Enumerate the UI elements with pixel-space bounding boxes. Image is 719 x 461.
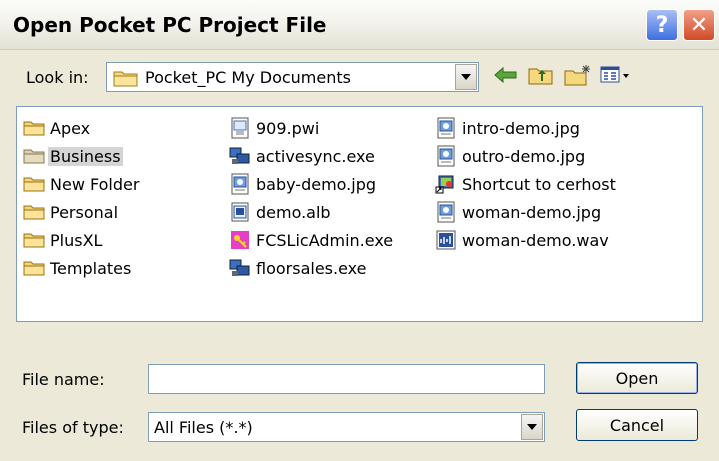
image-file-icon — [435, 145, 457, 167]
files-of-type-value: All Files (*.*) — [154, 418, 253, 437]
key-exe-icon — [229, 229, 251, 251]
list-item[interactable]: Personal — [23, 201, 120, 223]
files-of-type-label: Files of type: — [22, 418, 124, 437]
help-icon: ? — [655, 12, 669, 38]
chevron-down-icon[interactable] — [455, 64, 477, 90]
files-of-type-combobox[interactable]: All Files (*.*) — [148, 412, 545, 442]
list-item[interactable]: Business — [23, 145, 123, 167]
file-name-label: File name: — [22, 370, 105, 389]
list-item[interactable]: activesync.exe — [229, 145, 377, 167]
look-in-label: Look in: — [26, 68, 89, 87]
view-menu-button[interactable] — [600, 64, 630, 90]
list-item[interactable]: baby-demo.jpg — [229, 173, 378, 195]
list-item[interactable]: woman-demo.wav — [435, 229, 611, 251]
folder-icon — [23, 229, 45, 251]
view-menu-icon — [600, 66, 630, 88]
up-one-level-button[interactable] — [528, 64, 554, 90]
chevron-down-icon[interactable] — [521, 414, 543, 440]
list-item[interactable]: 909.pwi — [229, 117, 321, 139]
list-item[interactable]: Apex — [23, 117, 92, 139]
close-button[interactable]: ✕ — [683, 9, 715, 41]
image-file-icon — [229, 173, 251, 195]
new-folder-icon — [564, 64, 592, 90]
image-file-icon — [435, 201, 457, 223]
back-arrow-icon — [494, 66, 518, 88]
open-button[interactable]: Open — [576, 362, 698, 394]
shortcut-icon — [435, 173, 457, 195]
file-name-field[interactable] — [148, 364, 545, 394]
folder-icon — [23, 201, 45, 223]
list-item[interactable]: demo.alb — [229, 201, 333, 223]
folder-icon — [23, 257, 45, 279]
list-item[interactable]: floorsales.exe — [229, 257, 368, 279]
back-button[interactable] — [494, 64, 518, 90]
new-folder-button[interactable] — [564, 64, 592, 90]
folder-icon — [113, 69, 139, 91]
help-button[interactable]: ? — [646, 9, 678, 41]
look-in-value: Pocket_PC My Documents — [145, 68, 351, 87]
alb-file-icon — [229, 201, 251, 223]
list-item[interactable]: Templates — [23, 257, 133, 279]
image-file-icon — [435, 117, 457, 139]
sound-file-icon — [435, 229, 457, 251]
exe-icon — [229, 257, 251, 279]
list-item[interactable]: intro-demo.jpg — [435, 117, 582, 139]
up-folder-icon — [528, 65, 554, 89]
list-item[interactable]: outro-demo.jpg — [435, 145, 587, 167]
list-item[interactable]: FCSLicAdmin.exe — [229, 229, 395, 251]
list-item[interactable]: PlusXL — [23, 229, 104, 251]
close-icon: ✕ — [689, 12, 709, 38]
exe-icon — [229, 145, 251, 167]
list-item[interactable]: Shortcut to cerhost — [435, 173, 618, 195]
list-item[interactable]: New Folder — [23, 173, 141, 195]
title-bar[interactable]: Open Pocket PC Project File ? ✕ — [0, 0, 719, 50]
file-list[interactable]: Apex Business New Folder Personal PlusXL… — [16, 106, 703, 322]
folder-icon — [23, 173, 45, 195]
look-in-combobox[interactable]: Pocket_PC My Documents — [106, 62, 479, 92]
folder-icon — [23, 117, 45, 139]
cancel-button[interactable]: Cancel — [576, 409, 698, 441]
folder-icon — [23, 145, 45, 167]
list-item[interactable]: woman-demo.jpg — [435, 201, 603, 223]
window-title: Open Pocket PC Project File — [13, 13, 327, 37]
pwi-file-icon — [229, 117, 251, 139]
